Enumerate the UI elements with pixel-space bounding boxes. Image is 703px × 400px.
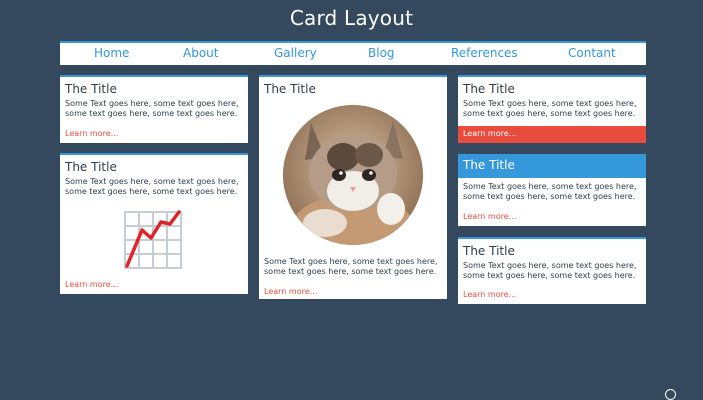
nav-item-gallery[interactable]: Gallery — [274, 46, 317, 60]
card-text: Some Text goes here, some text goes here… — [463, 261, 637, 280]
nav-item-contant[interactable]: Contant — [568, 46, 616, 60]
learn-more-link[interactable]: Learn more... — [463, 290, 516, 299]
card-title: The Title — [463, 158, 515, 172]
page-title: Card Layout — [289, 6, 414, 30]
card-text: Some Text goes here, some text goes here… — [65, 177, 239, 196]
nav-bar: Home About Gallery Blog References Conta… — [60, 41, 646, 65]
card-title: The Title — [65, 82, 117, 96]
card: The Title Some Text goes here, some text… — [259, 75, 447, 299]
card-title: The Title — [463, 82, 515, 96]
learn-more-link[interactable]: Learn more... — [65, 280, 118, 289]
card-header: The Title — [458, 154, 646, 178]
card-title: The Title — [264, 82, 316, 96]
card-text: Some Text goes here, some text goes here… — [463, 99, 637, 118]
card: The Title Some Text goes here, some text… — [458, 154, 646, 226]
nav-item-home[interactable]: Home — [94, 46, 129, 60]
learn-more-link[interactable]: Learn more... — [463, 129, 516, 138]
card: The Title Some Text goes here, some text… — [60, 75, 248, 143]
nav-item-blog[interactable]: Blog — [368, 46, 395, 60]
nav-item-about[interactable]: About — [183, 46, 218, 60]
kitten-image — [283, 105, 423, 245]
learn-more-link[interactable]: Learn more... — [65, 129, 118, 138]
card: The Title Some Text goes here, some text… — [60, 153, 248, 294]
card: The Title Some Text goes here, some text… — [458, 237, 646, 304]
card-title: The Title — [65, 160, 117, 174]
chart-increasing-icon — [124, 210, 182, 269]
card-text: Some Text goes here, some text goes here… — [264, 257, 438, 276]
card-title: The Title — [463, 244, 515, 258]
learn-more-bar[interactable]: Learn more... — [458, 126, 646, 143]
card-text: Some Text goes here, some text goes here… — [65, 99, 239, 118]
scroll-indicator[interactable] — [665, 389, 676, 400]
nav-item-references[interactable]: References — [451, 46, 518, 60]
card-text: Some Text goes here, some text goes here… — [463, 182, 637, 201]
learn-more-link[interactable]: Learn more... — [264, 287, 317, 296]
card: The Title Some Text goes here, some text… — [458, 75, 646, 143]
learn-more-link[interactable]: Learn more... — [463, 212, 516, 221]
